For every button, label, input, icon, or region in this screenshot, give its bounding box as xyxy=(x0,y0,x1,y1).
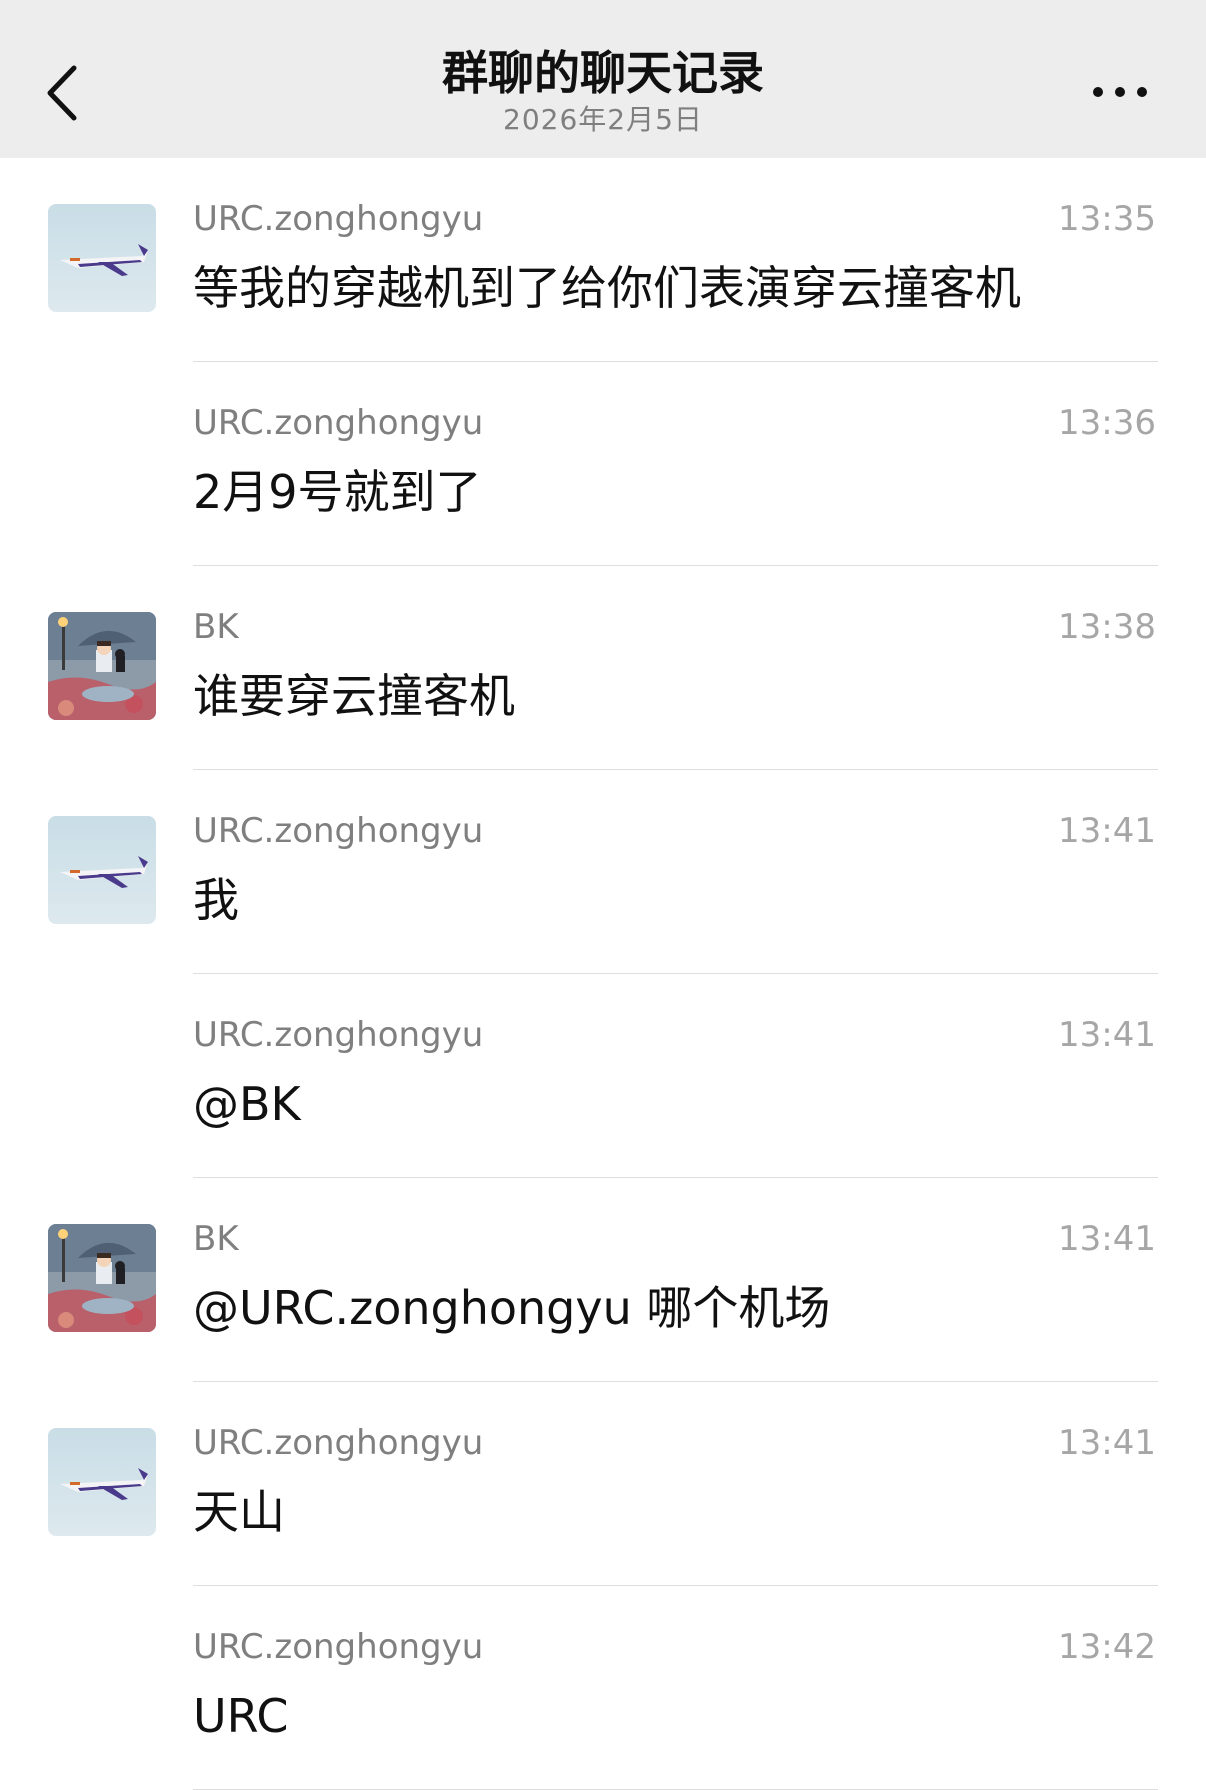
avatar-umbrella-cat[interactable] xyxy=(48,612,156,720)
page-title: 群聊的聊天记录 xyxy=(442,46,764,100)
chat-record-list: URC.zonghongyu 13:35 等我的穿越机到了给你们表演穿云撞客机 URC… xyxy=(0,158,1206,1790)
avatar-airplane[interactable] xyxy=(48,1428,156,1536)
chat-record-item[interactable]: URC.zonghongyu 13:42 URC xyxy=(0,1586,1206,1790)
chat-record-item[interactable]: URC.zonghongyu 13:41 天山 xyxy=(0,1382,1206,1586)
header-titles: 群聊的聊天记录 2026年2月5日 xyxy=(0,44,1206,138)
message-time: 13:41 xyxy=(1058,1219,1156,1259)
chat-record-item[interactable]: URC.zonghongyu 13:35 等我的穿越机到了给你们表演穿云撞客机 xyxy=(0,158,1206,362)
message-text: @URC.zonghongyu 哪个机场 xyxy=(193,1281,831,1335)
message-time: 13:41 xyxy=(1058,811,1156,851)
message-text: 天山 xyxy=(193,1485,285,1539)
sender-name: URC.zonghongyu xyxy=(193,1423,484,1463)
message-text: URC xyxy=(193,1689,289,1743)
message-time: 13:41 xyxy=(1058,1015,1156,1055)
chat-record-item[interactable]: BK 13:38 谁要穿云撞客机 xyxy=(0,566,1206,770)
message-text: @BK xyxy=(193,1077,301,1131)
sender-name: URC.zonghongyu xyxy=(193,1627,484,1667)
sender-name: URC.zonghongyu xyxy=(193,1015,484,1055)
message-time: 13:42 xyxy=(1058,1627,1156,1667)
avatar-umbrella-cat[interactable] xyxy=(48,1224,156,1332)
sender-name: BK xyxy=(193,1219,239,1259)
sender-name: URC.zonghongyu xyxy=(193,403,484,443)
top-navigation-bar: 群聊的聊天记录 2026年2月5日 xyxy=(0,0,1206,158)
message-text: 谁要穿云撞客机 xyxy=(193,669,515,723)
chat-record-item[interactable]: URC.zonghongyu 13:41 我 xyxy=(0,770,1206,974)
more-horizontal-icon xyxy=(1093,87,1147,97)
message-text: 2月9号就到了 xyxy=(193,465,482,519)
message-text: 等我的穿越机到了给你们表演穿云撞客机 xyxy=(193,261,1021,315)
message-time: 13:36 xyxy=(1058,403,1156,443)
sender-name: BK xyxy=(193,607,239,647)
chat-record-item[interactable]: BK 13:41 @URC.zonghongyu 哪个机场 xyxy=(0,1178,1206,1382)
avatar-airplane[interactable] xyxy=(48,204,156,312)
chat-record-item[interactable]: URC.zonghongyu 13:36 2月9号就到了 xyxy=(0,362,1206,566)
sender-name: URC.zonghongyu xyxy=(193,811,484,851)
message-time: 13:41 xyxy=(1058,1423,1156,1463)
chat-record-item[interactable]: URC.zonghongyu 13:41 @BK xyxy=(0,974,1206,1178)
message-text: 我 xyxy=(193,873,239,927)
chat-date: 2026年2月5日 xyxy=(503,103,703,136)
avatar-airplane[interactable] xyxy=(48,816,156,924)
more-button[interactable] xyxy=(1088,72,1152,112)
message-time: 13:35 xyxy=(1058,199,1156,239)
message-time: 13:38 xyxy=(1058,607,1156,647)
sender-name: URC.zonghongyu xyxy=(193,199,484,239)
